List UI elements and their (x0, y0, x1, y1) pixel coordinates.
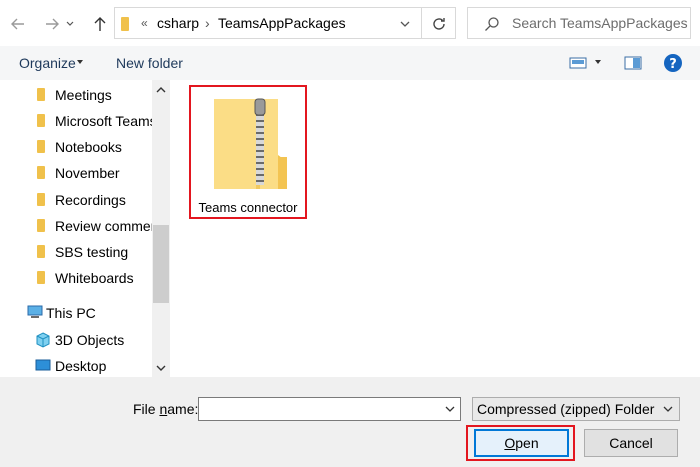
nav-folder-meetings[interactable]: Meetings (0, 84, 152, 106)
address-bar[interactable]: « csharp › TeamsAppPackages (114, 7, 456, 39)
nav-folder-notebooks[interactable]: Notebooks (0, 136, 152, 158)
computer-icon (27, 305, 43, 318)
scroll-up-icon[interactable] (156, 86, 166, 94)
folder-icon (37, 193, 45, 206)
nav-this-pc[interactable]: This PC (0, 302, 152, 324)
navigation-scrollbar[interactable] (152, 80, 170, 377)
arrow-right-icon (46, 18, 59, 30)
scroll-down-icon[interactable] (156, 364, 166, 372)
breadcrumb-teamsapppackages[interactable]: TeamsAppPackages (218, 15, 346, 31)
new-folder-button[interactable]: New folder (116, 55, 183, 71)
file-name-label: File name: (133, 401, 199, 417)
nav-folder-november[interactable]: November (0, 162, 152, 184)
search-placeholder: Search TeamsAppPackages (512, 15, 688, 31)
view-options-icon[interactable] (569, 56, 587, 70)
nav-folder-microsoft-teams[interactable]: Microsoft Teams (0, 110, 157, 132)
scrollbar-thumb[interactable] (153, 225, 169, 303)
back-button[interactable] (6, 12, 30, 36)
file-type-select[interactable]: Compressed (zipped) Folder (472, 397, 680, 421)
address-overflow[interactable]: « (141, 16, 148, 30)
folder-icon (37, 219, 45, 232)
nav-folder-sbs-testing[interactable]: SBS testing (0, 241, 152, 263)
arrow-left-icon (11, 18, 24, 30)
search-icon (485, 17, 499, 31)
cancel-button[interactable]: Cancel (584, 429, 678, 457)
zip-folder-icon (214, 98, 287, 189)
preview-pane-icon[interactable] (624, 56, 642, 70)
folder-icon (37, 88, 45, 101)
nav-folder-recordings[interactable]: Recordings (0, 189, 152, 211)
folder-icon (37, 140, 45, 153)
chevron-down-icon (66, 21, 74, 26)
open-button[interactable]: Open (474, 429, 569, 457)
chevron-down-icon[interactable] (445, 405, 455, 413)
nav-folder-whiteboards[interactable]: Whiteboards (0, 267, 152, 289)
folder-icon (37, 166, 45, 179)
desktop-icon (35, 359, 51, 371)
folder-icon (37, 114, 45, 127)
breadcrumb-separator: › (205, 15, 210, 31)
caret-down-icon[interactable] (595, 60, 601, 64)
nav-folder-review-comments[interactable]: Review comments (0, 215, 152, 237)
chevron-down-icon (663, 406, 673, 412)
svg-text:?: ? (669, 57, 677, 72)
caret-down-icon (77, 60, 83, 64)
file-name-input[interactable] (198, 397, 461, 421)
recent-locations-button[interactable] (62, 12, 78, 36)
file-item-teams-connector[interactable]: Teams connector (189, 85, 307, 219)
refresh-icon[interactable] (431, 16, 447, 32)
address-divider (421, 8, 422, 38)
folder-icon (37, 271, 45, 284)
nav-3d-objects[interactable]: 3D Objects (0, 329, 152, 351)
organize-button[interactable]: Organize (19, 55, 76, 71)
nav-desktop[interactable]: Desktop (0, 355, 152, 377)
file-item-name: Teams connector (198, 200, 298, 215)
navigation-pane: Meetings Microsoft Teams Notebooks Novem… (0, 80, 170, 377)
arrow-up-icon (94, 17, 106, 31)
chevron-down-icon[interactable] (399, 19, 411, 29)
up-button[interactable] (88, 12, 112, 36)
forward-button[interactable] (40, 12, 64, 36)
help-icon[interactable]: ? (663, 53, 683, 73)
command-bar: Organize New folder ? (0, 46, 700, 80)
folder-icon (121, 17, 129, 31)
file-type-value: Compressed (zipped) Folder (477, 401, 655, 417)
cube-icon (36, 332, 50, 348)
folder-icon (37, 245, 45, 258)
breadcrumb-csharp[interactable]: csharp (157, 15, 199, 31)
search-box[interactable]: Search TeamsAppPackages (467, 7, 691, 39)
